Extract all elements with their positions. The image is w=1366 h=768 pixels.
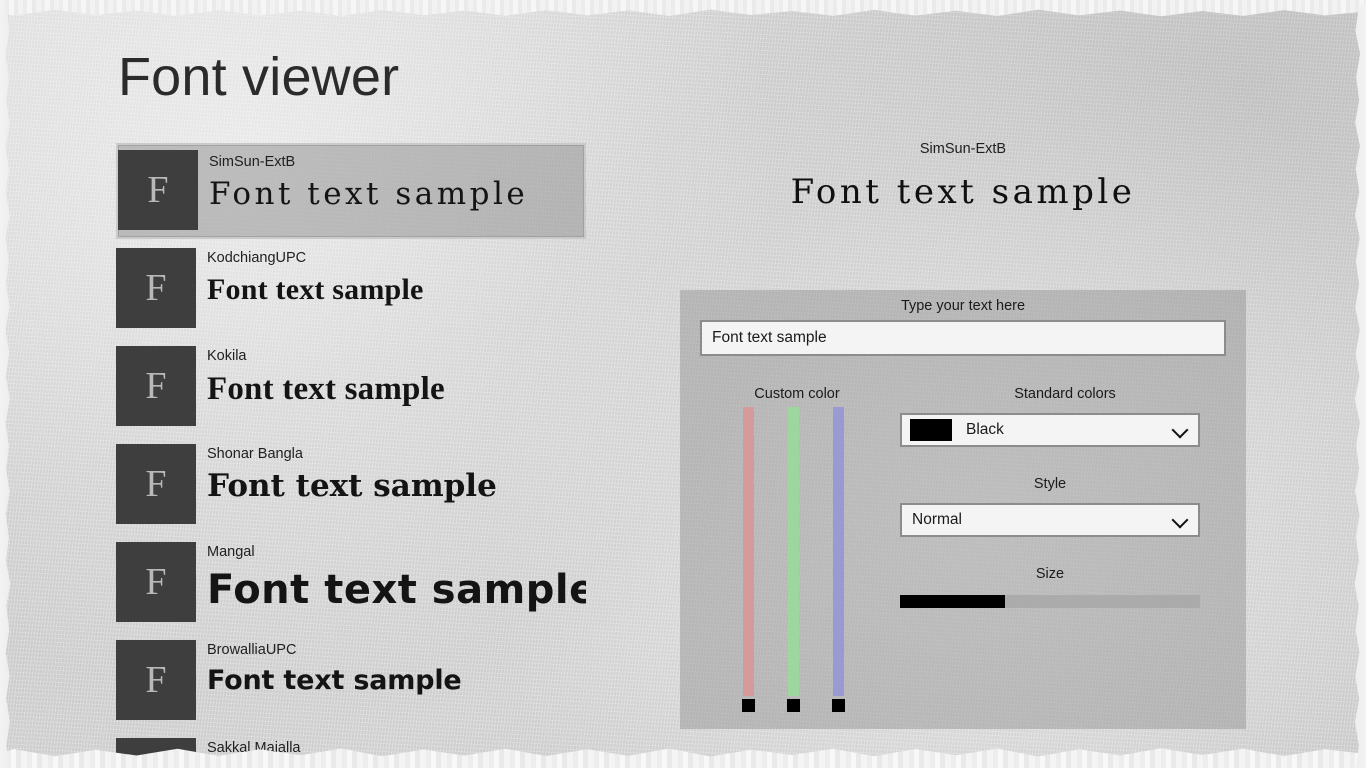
font-preview: SimSun-ExtB Font text sample: [680, 140, 1246, 212]
blue-channel-slider-track[interactable]: [833, 407, 844, 696]
font-item-info: BrowalliaUPC Font text sample: [196, 633, 586, 696]
font-list-item-shonar-bangla[interactable]: F Shonar Bangla Font text sample: [116, 437, 586, 533]
size-slider-fill: [900, 595, 1005, 608]
standard-colors-value: Black: [966, 421, 1004, 438]
style-dropdown[interactable]: Normal: [900, 503, 1200, 537]
chevron-down-icon: [1172, 511, 1190, 529]
standard-colors-dropdown[interactable]: Black: [900, 413, 1200, 447]
font-item-info: Mangal Font text sample: [196, 535, 586, 613]
paper-edge-right: [1354, 0, 1366, 768]
font-item-sample: Font text sample: [207, 664, 462, 696]
font-thumbnail-tile: F: [118, 150, 198, 230]
style-label: Style: [1033, 476, 1067, 492]
font-item-sample: Font text sample: [209, 175, 529, 212]
green-channel-slider-track[interactable]: [788, 407, 799, 696]
font-item-name: KodchiangUPC: [207, 250, 307, 266]
font-item-name: Shonar Bangla: [207, 446, 303, 462]
chevron-down-icon: [1172, 421, 1190, 439]
font-item-name: Kokila: [207, 348, 247, 364]
font-list-item-sakkal-majalla[interactable]: F Sakkal Majalla: [116, 731, 586, 768]
font-item-sample: Font text sample: [207, 467, 497, 504]
red-channel-slider-track[interactable]: [743, 407, 754, 696]
font-item-info: Shonar Bangla Font text sample: [196, 437, 586, 504]
font-thumbnail-letter: F: [145, 561, 167, 603]
font-item-sample: Font text sample: [207, 272, 424, 306]
size-label: Size: [1035, 566, 1065, 582]
font-list-item-simsun-extb[interactable]: F SimSun-ExtB Font text sample: [116, 143, 586, 239]
font-item-sample: Font text sample: [207, 566, 586, 613]
paper-edge-left: [0, 0, 11, 768]
custom-color-label: Custom color: [754, 386, 840, 402]
font-item-sample: Font text sample: [207, 370, 445, 407]
font-item-info: Sakkal Majalla: [196, 731, 586, 763]
font-item-info: KodchiangUPC Font text sample: [196, 241, 586, 307]
font-thumbnail-tile: F: [116, 640, 196, 720]
font-list-item-mangal[interactable]: F Mangal Font text sample: [116, 535, 586, 631]
controls-panel: Type your text here Custom color Standar…: [680, 290, 1246, 729]
red-channel-slider-thumb[interactable]: [742, 699, 755, 712]
font-thumbnail-letter: F: [145, 659, 167, 701]
font-thumbnail-tile: F: [116, 542, 196, 622]
font-thumbnail-letter: F: [145, 267, 167, 309]
standard-colors-label: Standard colors: [1014, 386, 1116, 402]
font-thumbnail-letter: F: [145, 365, 167, 407]
font-thumbnail-letter: F: [145, 463, 167, 505]
font-list[interactable]: F SimSun-ExtB Font text sample F Kodchia…: [116, 143, 586, 768]
size-slider[interactable]: [900, 595, 1200, 608]
font-thumbnail-tile: F: [116, 248, 196, 328]
paper-edge-top: [0, 0, 1366, 17]
font-thumbnail-tile: F: [116, 346, 196, 426]
color-swatch: [910, 419, 952, 441]
font-item-info: Kokila Font text sample: [196, 339, 586, 409]
green-channel-slider-thumb[interactable]: [787, 699, 800, 712]
font-thumbnail-letter: F: [147, 169, 169, 211]
font-item-name: Mangal: [207, 544, 255, 560]
font-item-name: SimSun-ExtB: [209, 154, 296, 170]
font-item-name: BrowalliaUPC: [207, 642, 297, 658]
font-list-item-kokila[interactable]: F Kokila Font text sample: [116, 339, 586, 435]
style-value: Normal: [912, 511, 962, 528]
font-viewer-app: Font viewer F SimSun-ExtB Font text samp…: [0, 0, 1366, 768]
font-thumbnail-tile: F: [116, 444, 196, 524]
font-list-item-kodchiangupc[interactable]: F KodchiangUPC Font text sample: [116, 241, 586, 337]
font-thumbnail-letter: F: [145, 759, 166, 768]
text-input[interactable]: [700, 320, 1226, 356]
font-list-item-browalliaupc[interactable]: F BrowalliaUPC Font text sample: [116, 633, 586, 729]
blue-channel-slider-thumb[interactable]: [832, 699, 845, 712]
font-thumbnail-tile: F: [116, 738, 196, 768]
font-item-info: SimSun-ExtB Font text sample: [198, 145, 584, 212]
preview-font-name: SimSun-ExtB: [919, 141, 1007, 157]
preview-sample-text: Font text sample: [790, 171, 1136, 212]
page-title: Font viewer: [118, 47, 400, 107]
text-input-label: Type your text here: [900, 298, 1026, 314]
font-item-name: Sakkal Majalla: [207, 740, 301, 756]
